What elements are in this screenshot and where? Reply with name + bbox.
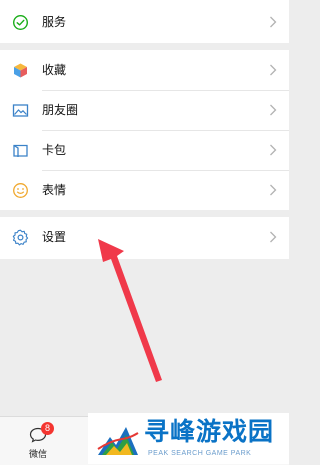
menu-item-settings[interactable]: 设置: [0, 217, 289, 257]
chevron-right-icon: [269, 64, 277, 76]
tools-section: 收藏 朋友圈 卡包 表情: [0, 50, 289, 210]
chevron-right-icon: [269, 231, 277, 243]
watermark: 寻峰游戏园 PEAK SEARCH GAME PARK: [88, 413, 289, 464]
chevron-right-icon: [269, 16, 277, 28]
menu-item-favorites[interactable]: 收藏: [0, 50, 289, 90]
mountain-logo-icon: [96, 419, 140, 459]
chevron-right-icon: [269, 144, 277, 156]
gear-icon: [12, 229, 29, 246]
service-icon: [12, 14, 29, 31]
tab-label: 微信: [28, 450, 47, 460]
service-section: 服务: [0, 0, 289, 43]
unread-badge: 8: [41, 422, 54, 435]
menu-item-label: 收藏: [42, 63, 67, 77]
menu-item-label: 卡包: [42, 143, 67, 157]
sticker-smile-icon: [12, 182, 29, 199]
favorites-cube-icon: [12, 62, 29, 79]
menu-item-label: 表情: [42, 183, 67, 197]
card-wallet-icon: [12, 142, 29, 159]
moments-image-icon: [12, 102, 29, 119]
watermark-title: 寻峰游戏园: [144, 417, 275, 446]
chevron-right-icon: [269, 104, 277, 116]
menu-item-service[interactable]: 服务: [0, 2, 289, 42]
menu-item-label: 设置: [42, 230, 67, 244]
menu-item-stickers[interactable]: 表情: [0, 170, 289, 210]
menu-item-label: 服务: [42, 15, 67, 29]
settings-section: 设置: [0, 217, 289, 259]
menu-item-moments[interactable]: 朋友圈: [0, 90, 289, 130]
menu-item-card-wallet[interactable]: 卡包: [0, 130, 289, 170]
watermark-subtitle: PEAK SEARCH GAME PARK: [148, 450, 252, 457]
chevron-right-icon: [269, 184, 277, 196]
tab-wechat[interactable]: 8 微信: [10, 421, 66, 463]
menu-item-label: 朋友圈: [42, 103, 79, 117]
